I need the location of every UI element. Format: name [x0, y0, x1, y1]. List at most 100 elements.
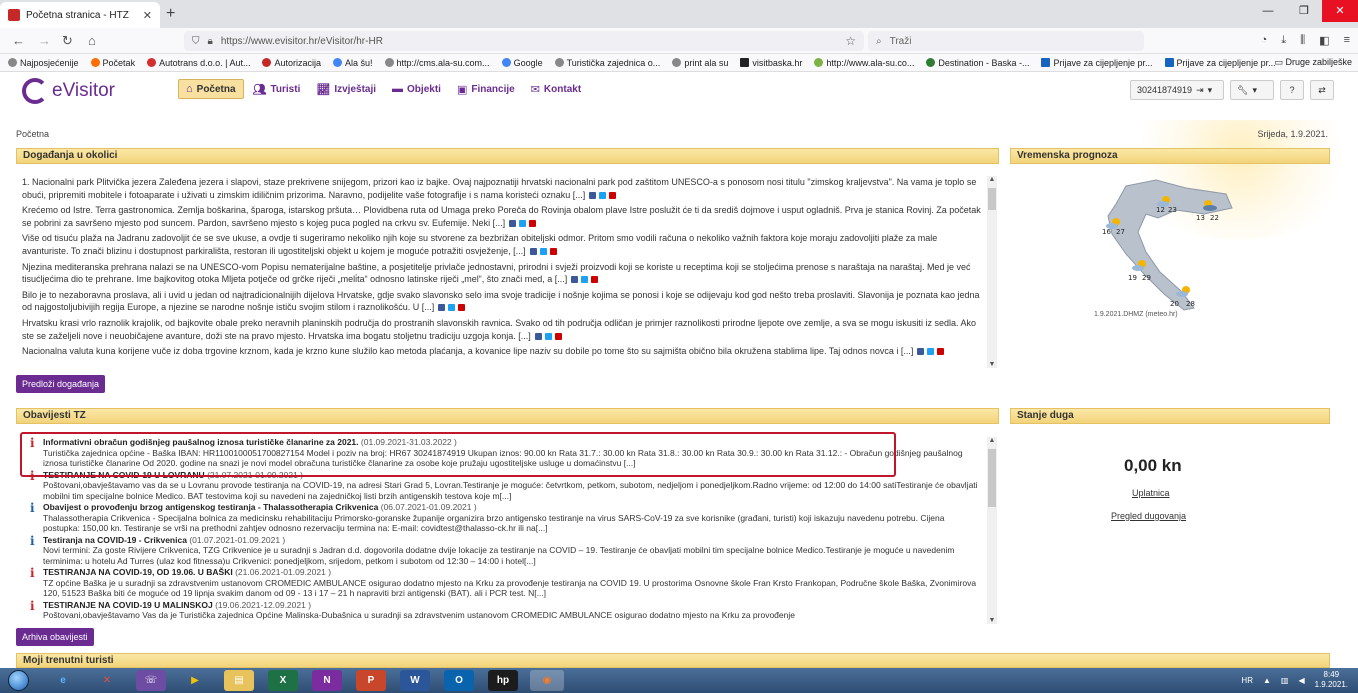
bookmark-item[interactable]: Prijave za cijepljenje pr... — [1041, 58, 1153, 68]
read-more-link[interactable]: [...] — [518, 331, 531, 341]
twitter-icon[interactable] — [519, 219, 527, 227]
app-icon[interactable]: ✕ — [92, 670, 122, 691]
facebook-icon[interactable] — [534, 332, 542, 340]
bookmark-star-icon[interactable]: ☆ — [845, 34, 856, 48]
youtube-icon[interactable] — [591, 276, 599, 284]
read-more-link[interactable]: [...] — [573, 190, 586, 200]
onenote-icon[interactable]: N — [312, 670, 342, 691]
suggest-event-button[interactable]: Predloži događanja — [16, 375, 106, 393]
list-item[interactable]: i TESTIRANJA NA COVID-19, OD 19.06. U BA… — [30, 567, 982, 599]
excel-icon[interactable]: X — [268, 670, 298, 691]
search-input[interactable]: ⌕ Traži — [868, 31, 1144, 51]
scroll-thumb[interactable] — [988, 449, 996, 507]
scroll-up-icon[interactable]: ▲ — [987, 176, 997, 183]
scroll-down-icon[interactable]: ▼ — [987, 361, 997, 368]
bookmark-item[interactable]: Najposjećenije — [8, 58, 79, 68]
youtube-icon[interactable] — [458, 304, 466, 312]
events-scrollbar[interactable]: ▲ ▼ — [987, 176, 997, 368]
maximize-icon[interactable]: ❐ — [1286, 0, 1322, 22]
powerpoint-icon[interactable]: P — [356, 670, 386, 691]
bookmark-item[interactable]: Početak — [90, 58, 135, 68]
youtube-icon[interactable] — [549, 248, 557, 256]
scroll-thumb[interactable] — [988, 188, 996, 210]
payment-slip-link[interactable]: Uplatnica — [1132, 488, 1170, 498]
scroll-down-icon[interactable]: ▼ — [987, 617, 997, 624]
evisitor-logo[interactable]: eVisitor — [22, 78, 115, 104]
download-icon[interactable]: ⤓ — [1281, 34, 1286, 47]
bookmark-item[interactable]: Google — [501, 58, 543, 68]
bookmark-item[interactable]: Autorizacija — [262, 58, 321, 68]
scroll-up-icon[interactable]: ▲ — [987, 437, 997, 444]
pocket-icon[interactable]: ◔ — [1261, 34, 1268, 47]
forward-icon[interactable]: → — [38, 33, 51, 48]
lock-icon[interactable]: 🔒︎ — [208, 36, 213, 47]
address-bar[interactable]: ⛉ 🔒︎ https://www.evisitor.hr/eVisitor/hr… — [184, 31, 864, 51]
start-button[interactable] — [8, 670, 29, 691]
word-icon[interactable]: W — [400, 670, 430, 691]
facebook-icon[interactable] — [529, 248, 537, 256]
new-tab-icon[interactable]: + — [166, 5, 175, 23]
nav-home[interactable]: ⌂ Početna — [178, 79, 244, 99]
help-button[interactable]: ? — [1280, 80, 1304, 100]
facebook-icon[interactable] — [571, 276, 579, 284]
nav-objects[interactable]: ▬ Objekti — [385, 79, 448, 99]
nav-reports[interactable]: 📈︎ Izvještaji — [309, 79, 383, 99]
library-icon[interactable]: ⫼ — [1300, 34, 1305, 47]
youtube-icon[interactable] — [937, 348, 945, 356]
read-more-link[interactable]: [...] — [493, 218, 506, 228]
close-tab-icon[interactable]: ✕ — [143, 9, 152, 22]
extensions-icon[interactable]: ◧ — [1319, 34, 1329, 47]
browser-tab[interactable]: Početna stranica - HTZ ✕ — [0, 2, 160, 28]
shield-icon[interactable]: ⛉ — [192, 36, 200, 47]
twitter-icon[interactable] — [544, 332, 552, 340]
volume-icon[interactable]: ◀ — [1298, 676, 1304, 685]
bookmark-item[interactable]: Turistička zajednica o... — [554, 58, 660, 68]
close-window-icon[interactable]: ✕ — [1322, 0, 1358, 22]
debt-overview-link[interactable]: Pregled dugovanja — [1111, 511, 1186, 521]
network-icon[interactable]: ▥ — [1281, 676, 1289, 685]
reload-icon[interactable]: ↻ — [62, 33, 73, 49]
clock[interactable]: 8:49 1.9.2021. — [1315, 670, 1348, 690]
nav-finance[interactable]: ▣ Financije — [450, 79, 522, 99]
youtube-icon[interactable] — [529, 219, 537, 227]
facebook-icon[interactable] — [589, 191, 597, 199]
outlook-icon[interactable]: O — [444, 670, 474, 691]
media-player-icon[interactable]: ▶ — [180, 670, 210, 691]
list-item[interactable]: i Testiranja na COVID-19 - Crikvenica (0… — [30, 535, 982, 567]
viber-icon[interactable]: ☏ — [136, 670, 166, 691]
twitter-icon[interactable] — [539, 248, 547, 256]
read-more-link[interactable]: [...] — [555, 274, 568, 284]
user-menu-button[interactable]: 30241874919 ⇥ ▾ — [1130, 80, 1224, 100]
read-more-link[interactable]: [...] — [422, 302, 435, 312]
settings-button[interactable]: 🔧︎ ▾ — [1230, 80, 1274, 100]
internet-explorer-icon[interactable]: e — [48, 670, 78, 691]
bookmark-item[interactable]: Ala šu! — [333, 58, 373, 68]
tray-arrow-icon[interactable]: ▲ — [1263, 676, 1271, 685]
list-item[interactable]: i Obavijest o provođenju brzog antigensk… — [30, 502, 982, 534]
language-button[interactable]: ⇄ — [1310, 80, 1334, 100]
home-icon[interactable]: ⌂ — [88, 33, 96, 48]
notices-scrollbar[interactable]: ▲ ▼ — [987, 437, 997, 624]
read-more-link[interactable]: [...] — [513, 246, 526, 256]
list-item[interactable]: i TESTIRANJE NA COVID-19 U MALINSKOJ (19… — [30, 600, 982, 621]
language-indicator[interactable]: HR — [1241, 676, 1253, 685]
youtube-icon[interactable] — [554, 332, 562, 340]
twitter-icon[interactable] — [448, 304, 456, 312]
twitter-icon[interactable] — [927, 348, 935, 356]
twitter-icon[interactable] — [599, 191, 607, 199]
nav-contact[interactable]: ✉ Kontakt — [524, 79, 588, 99]
nav-tourists[interactable]: 👥︎ Turisti — [246, 79, 308, 99]
back-icon[interactable]: ← — [12, 33, 25, 48]
read-more-link[interactable]: [...] — [901, 346, 914, 356]
facebook-icon[interactable] — [917, 348, 925, 356]
firefox-icon[interactable]: ◉ — [530, 670, 564, 691]
minimize-icon[interactable]: — — [1250, 0, 1286, 22]
bookmark-item[interactable]: print ala su — [672, 58, 728, 68]
notices-archive-button[interactable]: Arhiva obavijesti — [16, 628, 94, 646]
menu-icon[interactable]: ≡ — [1344, 34, 1350, 47]
file-explorer-icon[interactable]: ▤ — [224, 670, 254, 691]
bookmark-item[interactable]: Prijave za cijepljenje pr... — [1164, 58, 1276, 68]
bookmark-item[interactable]: Autotrans d.o.o. | Aut... — [147, 58, 250, 68]
bookmark-item[interactable]: http://cms.ala-su.com... — [384, 58, 490, 68]
facebook-icon[interactable] — [509, 219, 517, 227]
